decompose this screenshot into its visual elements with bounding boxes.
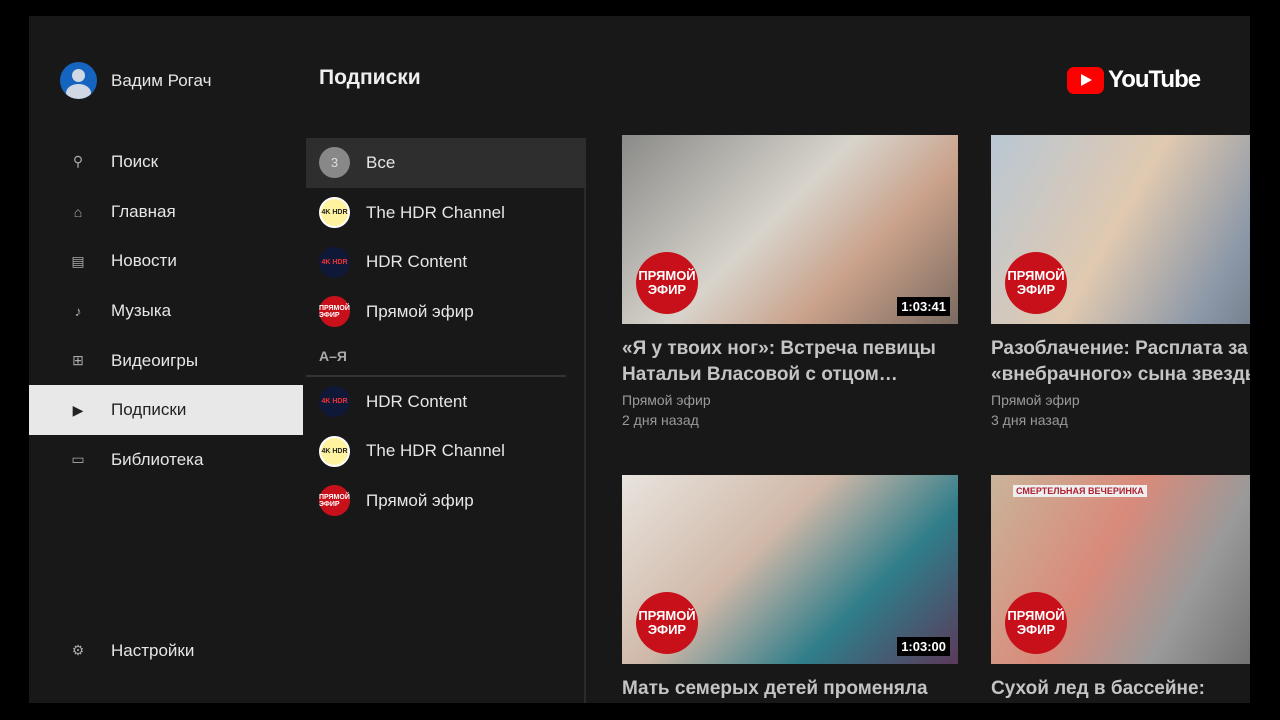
logo-text: YouTube [1108, 66, 1201, 93]
channel-avatar: 4K HDR [319, 386, 350, 418]
home-icon: ⌂ [73, 203, 83, 220]
sidebar-item-music[interactable]: ♪ Музыка [29, 286, 303, 336]
youtube-logo: YouTube [1067, 66, 1201, 94]
sidebar-settings-container: ⚙ Настройки [29, 626, 303, 676]
channel-item[interactable]: 4K HDR HDR Content [306, 237, 586, 287]
sidebar-item-label: Видеоигры [111, 350, 199, 370]
gamepad-icon: ⊞ [72, 352, 84, 369]
video-channel: Прямой эфир [991, 392, 1080, 408]
duration-label: 1:03:00 [897, 637, 950, 656]
sidebar-item-label: Настройки [111, 640, 195, 660]
video-card[interactable]: СМЕРТЕЛЬНАЯ ВЕЧЕРИНКА ПРЯМОЙ ЭФИР Сухой … [991, 475, 1250, 702]
sidebar-item-label: Главная [111, 201, 176, 221]
video-title-line2: Натальи Власовой с отцом… [622, 364, 898, 385]
az-section-header: А–Я [306, 337, 566, 377]
channel-label: HDR Content [366, 391, 468, 411]
sidebar-item-label: Подписки [111, 400, 187, 420]
page-title: Подписки [319, 66, 421, 89]
channel-avatar: 4K HDR [319, 435, 350, 467]
live-badge: ПРЯМОЙ ЭФИР [1005, 592, 1067, 654]
video-title: Сухой лед в бассейне: [991, 678, 1205, 699]
channel-item[interactable]: ПРЯМОЙ ЭФИР Прямой эфир [306, 476, 586, 526]
sidebar-item-label: Музыка [111, 300, 172, 320]
sidebar-item-label: Поиск [111, 151, 159, 171]
folder-icon: ▭ [71, 451, 85, 468]
channel-item[interactable]: 4K HDR The HDR Channel [306, 426, 586, 476]
channel-label: The HDR Channel [366, 202, 505, 222]
avatar [60, 62, 97, 99]
live-badge: ПРЯМОЙ ЭФИР [1005, 252, 1067, 314]
video-thumbnail[interactable]: ПРЯМОЙ ЭФИР 1:03:41 [622, 135, 958, 324]
live-badge: ПРЯМОЙ ЭФИР [636, 252, 698, 314]
channel-item[interactable]: ПРЯМОЙ ЭФИР Прямой эфир [306, 287, 586, 337]
sidebar-item-subscriptions[interactable]: ▶ Подписки [29, 385, 303, 436]
video-card[interactable]: ПРЯМОЙ ЭФИР 1:03:41 «Я у твоих ног»: Вст… [622, 135, 958, 430]
sidebar-item-home[interactable]: ⌂ Главная [29, 187, 303, 237]
channel-avatar: ПРЯМОЙ ЭФИР [319, 485, 350, 517]
video-title: Разоблачение: Расплата за [991, 338, 1248, 359]
news-icon: ▤ [71, 252, 85, 269]
video-card[interactable]: ПРЯМОЙ ЭФИР Разоблачение: Расплата за «в… [991, 135, 1250, 430]
live-badge: ПРЯМОЙ ЭФИР [636, 592, 698, 654]
sidebar-item-news[interactable]: ▤ Новости [29, 236, 303, 286]
video-thumbnail[interactable]: ПРЯМОЙ ЭФИР 1:03:00 [622, 475, 958, 664]
channel-label: Все [366, 152, 396, 172]
sidebar-nav: ⚲ Поиск ⌂ Главная ▤ Новости ♪ Музыка ⊞ Видеои… [29, 137, 303, 485]
channel-item-all[interactable]: 3 Все [306, 138, 586, 188]
sidebar-item-search[interactable]: ⚲ Поиск [29, 137, 303, 187]
music-icon: ♪ [74, 302, 82, 319]
video-title-line2: «внебрачного» сына звезды [991, 364, 1250, 385]
video-age: 2 дня назад [622, 411, 699, 428]
user-name: Вадим Рогач [111, 70, 212, 90]
sidebar-item-label: Новости [111, 251, 177, 271]
count-badge: 3 [319, 147, 350, 179]
search-icon: ⚲ [72, 153, 84, 170]
video-age: 3 дня назад [991, 411, 1068, 428]
duration-label: 1:03:41 [897, 297, 950, 316]
channel-label: Прямой эфир [366, 490, 474, 510]
app-window: Вадим Рогач ⚲ Поиск ⌂ Главная ▤ Новости ♪ Му… [29, 16, 1250, 703]
channel-label: Прямой эфир [366, 301, 474, 321]
sidebar-item-library[interactable]: ▭ Библиотека [29, 435, 303, 485]
subscriptions-icon: ▶ [72, 401, 84, 418]
video-title: Мать семерых детей променяла [622, 678, 928, 699]
channel-item[interactable]: 4K HDR The HDR Channel [306, 188, 586, 238]
channel-avatar: 4K HDR [319, 197, 350, 229]
gear-icon: ⚙ [71, 642, 85, 659]
video-thumbnail[interactable]: СМЕРТЕЛЬНАЯ ВЕЧЕРИНКА ПРЯМОЙ ЭФИР [991, 475, 1250, 664]
channel-label: The HDR Channel [366, 441, 505, 461]
channel-list: 3 Все 4K HDR The HDR Channel 4K HDR HDR Con… [306, 138, 586, 526]
play-logo-icon [1067, 66, 1104, 94]
sidebar-item-settings[interactable]: ⚙ Настройки [29, 626, 303, 676]
channel-avatar: 4K HDR [319, 246, 350, 278]
video-title: «Я у твоих ног»: Встреча певицы [622, 338, 936, 359]
video-channel: Прямой эфир [622, 392, 711, 408]
channel-item[interactable]: 4K HDR HDR Content [306, 377, 586, 427]
video-card[interactable]: ПРЯМОЙ ЭФИР 1:03:00 Мать семерых детей п… [622, 475, 958, 702]
thumbnail-overlay-text: СМЕРТЕЛЬНАЯ ВЕЧЕРИНКА [1013, 485, 1147, 497]
video-thumbnail[interactable]: ПРЯМОЙ ЭФИР [991, 135, 1250, 324]
sidebar-item-gaming[interactable]: ⊞ Видеоигры [29, 336, 303, 386]
channel-avatar: ПРЯМОЙ ЭФИР [319, 296, 350, 328]
channel-label: HDR Content [366, 252, 468, 272]
sidebar-item-label: Библиотека [111, 449, 204, 469]
user-account[interactable]: Вадим Рогач [60, 62, 211, 99]
